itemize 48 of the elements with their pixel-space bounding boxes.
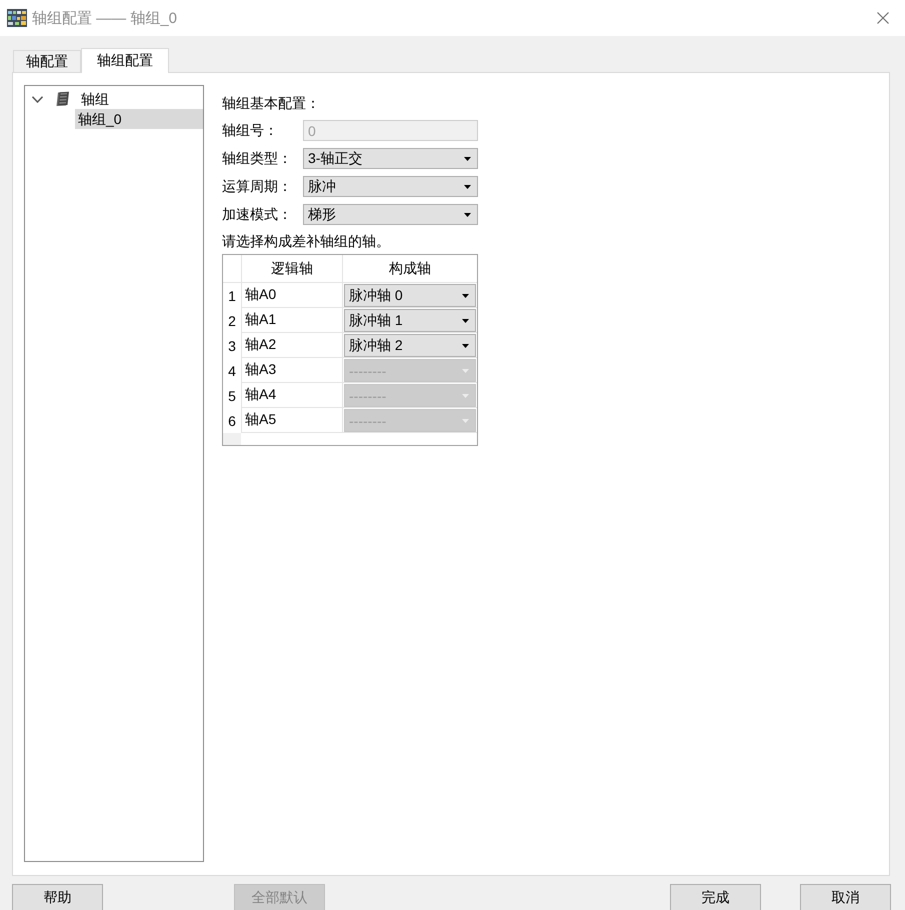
dropdown[interactable]: 脉冲轴 0	[344, 284, 476, 307]
caret-icon	[462, 294, 469, 298]
caret-icon	[462, 368, 469, 372]
dropdown[interactable]: 3-轴正交	[303, 148, 478, 169]
table-cell: 轴A1	[241, 308, 342, 333]
button[interactable]: 完成	[670, 884, 761, 910]
table-cell: 轴A3	[241, 358, 342, 383]
tab[interactable]: 轴配置	[13, 50, 81, 72]
tab[interactable]: 轴组配置	[81, 48, 169, 73]
table-cell: 轴A5	[241, 408, 342, 433]
close-icon[interactable]	[877, 12, 889, 24]
row-number: 5	[227, 386, 237, 406]
instruction-text: 请选择构成差补轴组的轴。	[222, 232, 391, 251]
row-number: 3	[227, 336, 237, 356]
column-header: 逻辑轴	[241, 255, 342, 283]
table-cell: 轴A0	[241, 283, 342, 308]
field-label: 运算周期：	[222, 178, 293, 196]
dropdown[interactable]: 梯形	[303, 204, 478, 225]
caret-icon	[462, 318, 469, 322]
tree-item[interactable]: 轴组_0	[75, 109, 203, 129]
field-label: 加速模式：	[222, 206, 293, 224]
dropdown[interactable]: 脉冲轴 1	[344, 309, 476, 332]
table-cell: 轴A4	[241, 383, 342, 408]
row-number: 4	[227, 362, 237, 380]
caret-icon	[462, 418, 469, 422]
button[interactable]: 帮助	[12, 884, 103, 910]
caret-icon	[464, 212, 471, 216]
caret-icon	[462, 394, 469, 398]
layers-icon	[54, 91, 70, 107]
dropdown[interactable]: 脉冲	[303, 176, 478, 197]
dropdown[interactable]: 脉冲轴 2	[344, 334, 476, 357]
row-number: 1	[227, 286, 237, 306]
caret-icon	[464, 184, 471, 188]
caret-icon	[462, 344, 469, 348]
button[interactable]: 取消	[800, 884, 891, 910]
app-icon	[7, 9, 27, 27]
section-heading: 轴组基本配置：	[222, 94, 321, 113]
row-number: 6	[227, 412, 237, 430]
row-number: 2	[227, 312, 237, 330]
chevron-down-icon[interactable]	[32, 96, 43, 102]
window-title: 轴组配置 —— 轴组_0	[32, 8, 178, 28]
table-cell: 轴A2	[241, 333, 342, 358]
field-label: 轴组号：	[222, 122, 279, 140]
tree-item[interactable]: 轴组	[78, 89, 112, 109]
column-header: 构成轴	[342, 255, 477, 283]
field-label: 轴组类型：	[222, 150, 293, 168]
row-header-blank	[223, 433, 241, 445]
caret-icon	[464, 156, 471, 160]
